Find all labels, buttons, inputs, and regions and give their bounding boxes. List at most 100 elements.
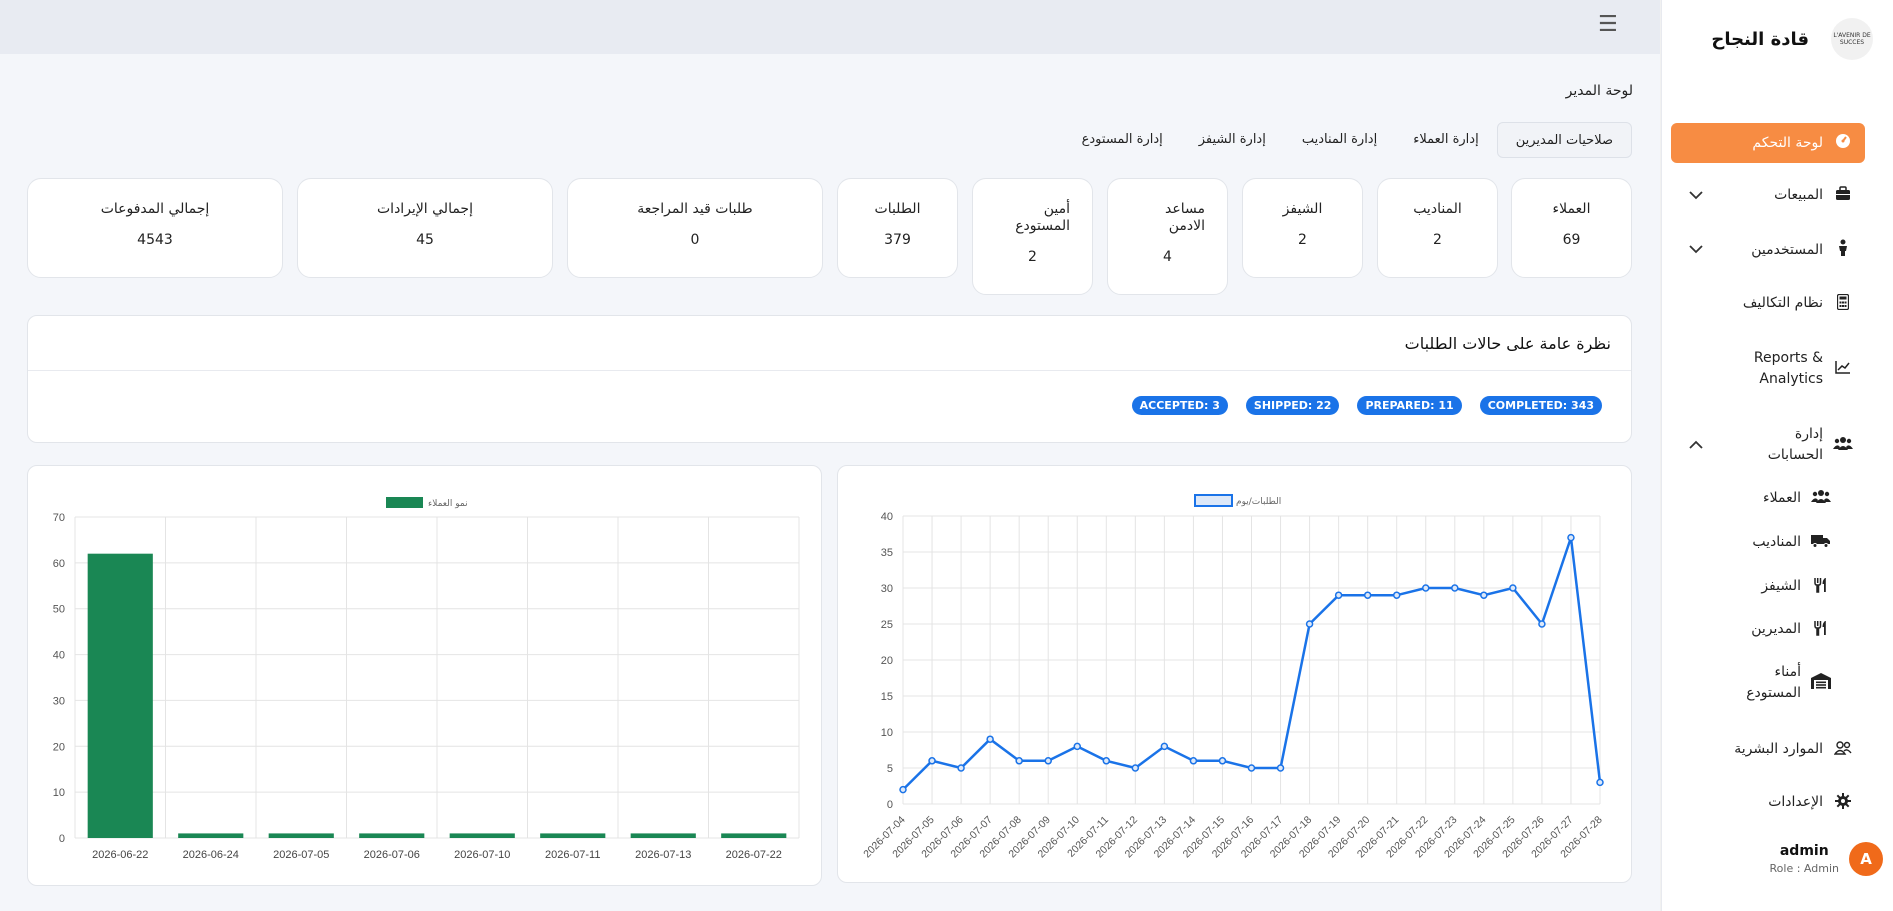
users-icon: [1833, 436, 1853, 455]
x-tick-label: 2026-07-13: [635, 849, 691, 861]
calculator-icon: [1833, 293, 1853, 314]
chevron-down-icon[interactable]: [1689, 188, 1703, 204]
legend-swatch: [386, 497, 423, 508]
stat-card-total-payments: إجمالي المدفوعات 4543: [27, 178, 283, 278]
stat-card-pending-orders: طلبات قيد المراجعة 0: [567, 178, 823, 278]
stat-label: مساعد الادمن: [1165, 201, 1205, 234]
stat-card-orders: الطلبات 379: [837, 178, 958, 278]
sidebar-subitem-chefs[interactable]: الشيفز: [1671, 576, 1865, 597]
legend-swatch: [1194, 494, 1233, 507]
y-tick-label: 20: [881, 655, 893, 667]
orders-per-day-chart: 05101520253035402026-07-042026-07-052026…: [861, 494, 1605, 860]
stat-value: 69: [1562, 232, 1581, 248]
y-tick-label: 60: [53, 558, 65, 570]
x-tick-label: 2026-07-11: [545, 849, 600, 861]
sidebar-item-accounts[interactable]: إدارة الحسابات: [1671, 424, 1865, 466]
sidebar-item-label: المناديب: [1752, 534, 1801, 550]
status-badge-completed: COMPLETED: 343: [1479, 396, 1602, 415]
person-icon: [1833, 239, 1853, 261]
stat-label: إجمالي المدفوعات: [100, 201, 210, 217]
avatar[interactable]: A: [1849, 842, 1883, 876]
people-icon: [1833, 740, 1853, 759]
sidebar-subitem-warehouse-keepers[interactable]: أمناء المستودع: [1671, 662, 1865, 704]
bar: [449, 833, 515, 838]
orders-per-day-chart-panel: 0 5 10 15 20 25 30 35 40 2026-07-04 2026-07-05 2026…: [837, 465, 1632, 883]
data-point: [1363, 591, 1372, 599]
stat-label: طلبات قيد المراجعة: [637, 201, 753, 217]
stat-label: أمين المستودع: [1015, 201, 1070, 234]
stat-label: الشيفز: [1282, 201, 1323, 217]
data-point: [1218, 757, 1227, 765]
data-point: [1451, 584, 1459, 592]
tab-warehouse-management[interactable]: إدارة المستودع: [1064, 122, 1181, 158]
sidebar-subitem-customers[interactable]: العملاء: [1671, 488, 1865, 509]
status-badge-accepted: ACCEPTED: 3: [1131, 396, 1228, 415]
x-tick-label: 2026-07-10: [454, 849, 510, 861]
data-point: [1422, 584, 1430, 592]
chevron-down-icon[interactable]: [1689, 242, 1703, 258]
admin-profile[interactable]: admin Role : Admin A: [1770, 842, 1883, 876]
sidebar-item-reports[interactable]: Reports & Analytics: [1671, 348, 1865, 390]
y-tick-label: 30: [881, 583, 893, 595]
stat-label: المناديب: [1413, 201, 1462, 217]
x-tick-label: 2026-07-05: [273, 849, 329, 861]
y-tick-label: 10: [881, 727, 893, 739]
sidebar-item-label: الموارد البشرية: [1734, 741, 1823, 757]
utensils-icon: [1811, 577, 1831, 597]
tab-delivery-management[interactable]: إدارة المناديب: [1284, 122, 1395, 158]
y-tick-label: 40: [881, 511, 893, 523]
status-badge-prepared: PREPARED: 11: [1357, 396, 1462, 415]
data-point: [1247, 764, 1256, 772]
stat-value: 2: [1433, 232, 1442, 248]
customer-growth-chart-panel: 0 10 20 30 40 50 60 70 2026-06-22 2026-06-24 2026-…: [27, 465, 822, 886]
data-point: [928, 757, 936, 765]
tab-chef-management[interactable]: إدارة الشيفز: [1181, 122, 1284, 158]
customer-growth-chart: 0 10 20 30 40 50 60 70 2026-06-22 2026-06-24 2026-…: [53, 497, 800, 861]
sidebar-subitem-delivery[interactable]: المناديب: [1671, 532, 1865, 553]
data-point: [1160, 742, 1169, 751]
y-tick-label: 15: [881, 691, 893, 703]
sidebar-item-label: أمناء المستودع: [1746, 664, 1801, 701]
sidebar-item-label: نظام التكاليف: [1742, 295, 1823, 311]
bar: [268, 833, 334, 838]
y-tick-label: 10: [53, 787, 65, 799]
menu-toggle-icon[interactable]: ☰: [1598, 12, 1618, 37]
sidebar-subitem-managers[interactable]: المديرين: [1671, 619, 1865, 640]
data-point: [1131, 764, 1140, 772]
data-point: [1567, 533, 1575, 542]
x-tick-label: 2026-07-06: [364, 849, 420, 861]
sidebar-item-label: الشيفز: [1761, 578, 1801, 594]
chart-line-icon: [1833, 360, 1853, 378]
stat-value: 2: [1298, 232, 1307, 248]
status-badge-shipped: SHIPPED: 22: [1245, 396, 1340, 415]
y-tick-label: 30: [53, 695, 65, 707]
top-bar: ☰: [0, 0, 1660, 54]
legend-label: الطلبات/يوم: [1236, 497, 1281, 507]
tab-customer-management[interactable]: إدارة العملاء: [1395, 122, 1496, 158]
stat-card-admin-assistant: مساعد الادمن 4: [1107, 178, 1228, 295]
admin-role: Role : Admin: [1769, 862, 1839, 875]
orders-overview-panel: نظرة عامة على حالات الطلبات COMPLETED: 3…: [27, 315, 1632, 443]
sidebar-item-dashboard[interactable]: لوحة التحكم: [1671, 123, 1865, 163]
sidebar-item-hr[interactable]: الموارد البشرية: [1671, 739, 1865, 760]
tab-manager-permissions[interactable]: صلاحيات المديرين: [1496, 122, 1632, 158]
data-point: [1189, 757, 1198, 765]
stat-label: العملاء: [1552, 201, 1591, 217]
bar: [178, 833, 244, 838]
chevron-up-icon[interactable]: [1689, 437, 1703, 453]
tabs: صلاحيات المديرين إدارة العملاء إدارة الم…: [1064, 122, 1632, 158]
stat-value: 4543: [137, 232, 173, 248]
stat-card-warehouse-keeper: أمين المستودع 2: [972, 178, 1093, 295]
data-point: [957, 764, 965, 772]
data-point: [1596, 778, 1604, 787]
x-tick-label: 2026-06-22: [92, 849, 148, 861]
brand[interactable]: قادة النجاح L'AVENIR DE SUCCES: [1711, 18, 1873, 60]
sidebar-item-costing[interactable]: نظام التكاليف: [1671, 293, 1865, 314]
admin-name: admin: [1779, 843, 1829, 859]
data-point: [1334, 591, 1343, 599]
y-tick-label: 5: [887, 763, 893, 775]
sidebar-item-users[interactable]: المستخدمين: [1671, 239, 1865, 261]
sidebar-item-sales[interactable]: المبيعات: [1671, 185, 1865, 206]
data-point: [1276, 764, 1285, 772]
sidebar-item-settings[interactable]: الإعدادات: [1671, 792, 1865, 813]
